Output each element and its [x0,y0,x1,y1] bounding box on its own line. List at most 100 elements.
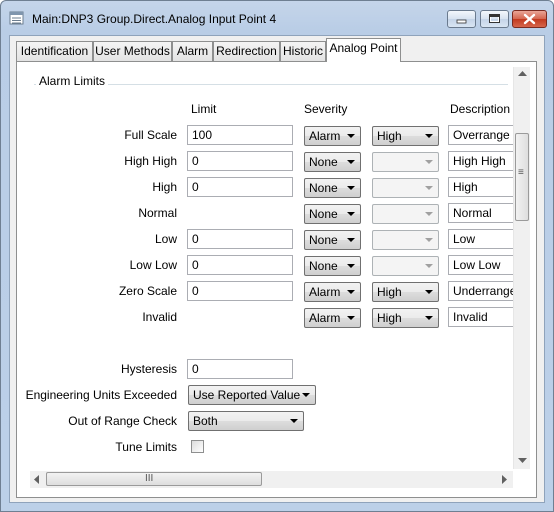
severity-select[interactable]: Alarm [304,308,361,328]
row-label: Invalid [142,310,177,324]
chevron-down-icon [425,290,433,294]
limit-header: Limit [191,102,217,116]
row-label: Low Low [129,258,177,272]
out-of-range-label: Out of Range Check [68,414,177,428]
maximize-button[interactable] [480,10,509,28]
vertical-scrollbar[interactable]: ≡ [513,67,530,469]
chevron-down-icon [347,160,355,164]
description-input[interactable]: Underrange [448,281,514,301]
severity-value: None [309,181,338,195]
severity-value: None [309,155,338,169]
scroll-down-icon[interactable] [518,458,527,464]
window-title: Main:DNP3 Group.Direct.Analog Input Poin… [32,12,277,26]
limit-input[interactable]: 0 [187,229,293,249]
title-bar[interactable]: Main:DNP3 Group.Direct.Analog Input Poin… [1,1,553,35]
scroll-left-icon[interactable] [34,475,40,484]
description-input[interactable]: Normal [448,203,514,223]
minimize-button[interactable] [447,10,476,28]
table-icon [9,11,24,25]
tab-identification[interactable]: Identification [16,41,93,61]
limit-value: 0 [192,258,199,272]
chevron-down-icon [302,393,310,397]
limit-value: 100 [192,128,213,142]
maximize-icon [489,14,500,23]
tab-label: User Methods [95,44,170,58]
severity-select[interactable]: None [304,204,361,224]
severity-value: Alarm [309,285,341,299]
horizontal-scrollbar[interactable]: III [30,471,513,488]
hysteresis-input[interactable]: 0 [187,359,293,379]
close-button[interactable] [512,10,547,28]
engineering-units-label: Engineering Units Exceeded [25,388,177,402]
tab-alarm[interactable]: Alarm [172,41,213,61]
severity-select[interactable]: None [304,256,361,276]
limit-value: 0 [192,284,199,298]
tab-redirection[interactable]: Redirection [213,41,280,61]
description-input[interactable]: Low Low [448,255,514,275]
severity-value: None [309,259,338,273]
scroll-up-icon[interactable] [518,71,527,77]
limit-input[interactable]: 0 [187,151,293,171]
description-value: Invalid [453,310,488,324]
chevron-down-icon [425,238,433,242]
description-input[interactable]: Low [448,229,514,249]
severity-select[interactable]: Alarm [304,282,361,302]
priority-select [372,256,439,276]
dialog-window: Main:DNP3 Group.Direct.Analog Input Poin… [0,0,554,512]
tab-label: Historic [282,44,323,58]
limit-input[interactable]: 100 [187,125,293,145]
limit-input[interactable]: 0 [187,281,293,301]
chevron-down-icon [347,134,355,138]
tune-limits-checkbox[interactable] [191,440,204,453]
chevron-down-icon [347,238,355,242]
tab-label: Redirection [216,44,277,58]
tab-historic[interactable]: Historic [280,41,326,61]
chevron-down-icon [347,264,355,268]
tab-user-methods[interactable]: User Methods [93,41,172,61]
tab-label: Identification [20,44,89,58]
severity-select[interactable]: None [304,152,361,172]
description-header: Description [450,102,511,116]
priority-select[interactable]: High [372,282,439,302]
limit-input[interactable]: 0 [187,177,293,197]
tab-analog-point[interactable]: Analog Point [326,38,401,62]
priority-select[interactable]: High [372,126,439,146]
limit-value: 0 [192,180,199,194]
description-input[interactable]: High [448,177,514,197]
horizontal-scroll-thumb[interactable]: III [46,472,262,486]
priority-value: High [377,129,402,143]
close-icon [523,13,536,25]
vertical-scroll-thumb[interactable]: ≡ [515,133,529,221]
row-label: High High [124,154,177,168]
description-input[interactable]: Overrange [448,125,514,145]
description-input[interactable]: Invalid [448,307,514,327]
severity-select[interactable]: None [304,230,361,250]
description-value: Low Low [453,258,501,272]
minimize-icon [456,19,467,24]
description-input[interactable]: High High [448,151,514,171]
description-value: High [453,180,478,194]
priority-select [372,152,439,172]
out-of-range-select[interactable]: Both [188,411,304,431]
chevron-down-icon [425,134,433,138]
limit-value: 0 [192,232,199,246]
hysteresis-label: Hysteresis [120,362,177,376]
priority-value: High [377,311,402,325]
chevron-down-icon [347,186,355,190]
severity-value: None [309,233,338,247]
limit-input[interactable]: 0 [187,255,293,275]
severity-select[interactable]: None [304,178,361,198]
chevron-down-icon [425,316,433,320]
grip-icon: III [145,473,154,484]
engineering-units-value: Use Reported Value [193,388,301,402]
engineering-units-select[interactable]: Use Reported Value [188,385,316,405]
tab-label: Analog Point [329,41,398,55]
alarm-limits-label: Alarm Limits [36,74,109,88]
priority-select[interactable]: High [372,308,439,328]
tune-limits-label: Tune Limits [115,440,177,454]
chevron-down-icon [347,212,355,216]
scroll-right-icon[interactable] [502,475,508,484]
severity-select[interactable]: Alarm [304,126,361,146]
row-label: Zero Scale [118,284,177,298]
chevron-down-icon [347,290,355,294]
